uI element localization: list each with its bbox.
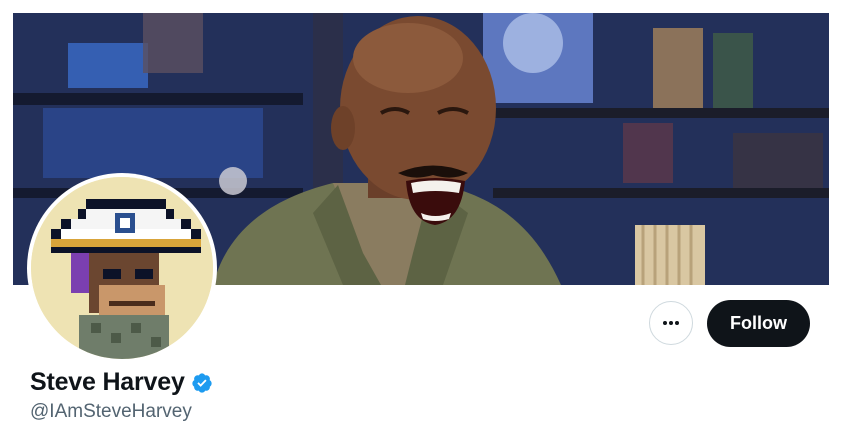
pixel-art-avatar [31,177,213,359]
avatar[interactable] [31,177,213,359]
more-horizontal-icon [663,321,679,325]
profile-name: Steve Harvey [30,368,185,396]
more-options-button[interactable] [649,301,693,345]
profile-handle: @IAmSteveHarvey [30,401,192,422]
follow-button[interactable]: Follow [707,300,810,347]
verified-badge-icon[interactable] [191,372,213,394]
profile-name-row: Steve Harvey [30,368,213,397]
